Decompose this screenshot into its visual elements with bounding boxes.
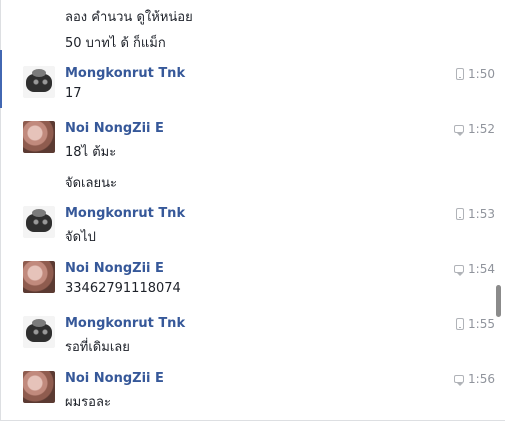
chat-icon (454, 125, 465, 136)
message-time: 1:54 (454, 262, 495, 276)
time-label: 1:53 (468, 207, 495, 221)
message-group-2[interactable]: Noi NongZii E 1:52 18ไ ต้มะ (0, 113, 495, 168)
sender-name[interactable]: Noi NongZii E (65, 261, 164, 276)
sender-name[interactable]: Noi NongZii E (65, 371, 164, 386)
message-group-3[interactable]: Mongkonrut Tnk 1:53 จัดไป (0, 198, 495, 253)
message-time: 1:53 (456, 207, 495, 221)
message-text: รอที่เดิมเลย (65, 340, 130, 355)
sender-name[interactable]: Mongkonrut Tnk (65, 66, 185, 81)
mobile-icon (456, 318, 465, 330)
message-text: ผมรอละ (65, 395, 111, 410)
message-group-4[interactable]: Noi NongZii E 1:54 33462791118074 (0, 253, 495, 308)
message-group-6[interactable]: Noi NongZii E 1:56 ผมรอละ (0, 363, 495, 418)
message-text-top-2: 50 บาทไ ด้ ก็แม็ก (65, 36, 166, 51)
sender-name[interactable]: Noi NongZii E (65, 121, 164, 136)
time-label: 1:55 (468, 317, 495, 331)
sender-name[interactable]: Mongkonrut Tnk (65, 316, 185, 331)
chat-icon (454, 265, 465, 276)
noi-avatar[interactable] (23, 121, 55, 153)
mongkonrut-avatar[interactable] (23, 316, 55, 348)
vertical-scrollbar[interactable] (496, 285, 501, 317)
message-text: 18ไ ต้มะ (65, 145, 117, 160)
time-label: 1:56 (468, 372, 495, 386)
message-group-5[interactable]: Mongkonrut Tnk 1:55 รอที่เดิมเลย (0, 308, 495, 363)
mobile-icon (456, 208, 465, 220)
message-text: จัดไป (65, 230, 96, 245)
chat-icon (454, 375, 465, 386)
message-time: 1:55 (456, 317, 495, 331)
time-label: 1:54 (468, 262, 495, 276)
message-group-1[interactable]: Mongkonrut Tnk 1:50 17 (0, 58, 495, 113)
message-time: 1:50 (456, 67, 495, 81)
message-time: 1:52 (454, 122, 495, 136)
noi-avatar[interactable] (23, 261, 55, 293)
message-text: 33462791118074 (65, 281, 181, 296)
message-text-extra: จัดเลยนะ (65, 176, 117, 191)
sender-name[interactable]: Mongkonrut Tnk (65, 206, 185, 221)
message-text-top-1: ลอง คำนวน ดูให้หน่อย (65, 10, 193, 25)
noi-avatar[interactable] (23, 371, 55, 403)
mongkonrut-avatar[interactable] (23, 66, 55, 98)
message-text: 17 (65, 86, 82, 101)
message-time: 1:56 (454, 372, 495, 386)
mongkonrut-avatar[interactable] (23, 206, 55, 238)
chat-window: ลอง คำนวน ดูให้หน่อย 50 บาทไ ด้ ก็แม็ก M… (0, 0, 505, 421)
mobile-icon (456, 68, 465, 80)
time-label: 1:52 (468, 122, 495, 136)
time-label: 1:50 (468, 67, 495, 81)
